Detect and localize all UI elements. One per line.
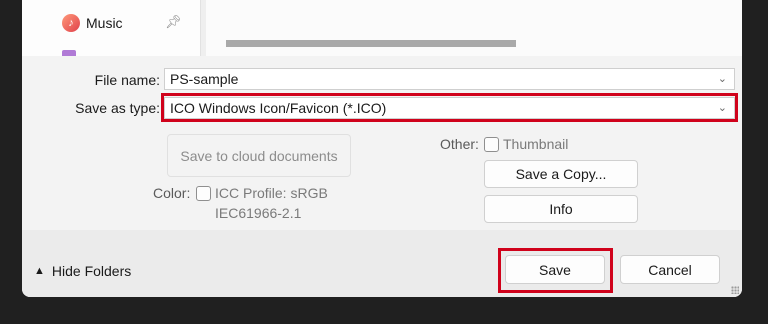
save-as-dialog: ♪ Music 📌︎ File name: PS-sample ⌄ Save a… [22,0,742,297]
save-type-label: Save as type: [75,100,160,116]
save-button-highlight [498,248,613,293]
chevron-up-icon: ▲ [34,265,45,277]
scrollbar-thumb[interactable] [226,40,516,47]
dialog-footer: ▲ Hide Folders Save Cancel [22,230,742,297]
icc-profile-label: ICC Profile: sRGB [215,185,328,201]
resize-grip-icon[interactable] [731,286,739,294]
cancel-button[interactable]: Cancel [620,255,720,284]
videos-icon [62,50,76,56]
nav-item-music[interactable]: ♪ Music [62,12,123,34]
hide-folders-label: Hide Folders [51,263,132,279]
icc-profile-value: IEC61966-2.1 [215,205,302,221]
chevron-down-icon[interactable]: ⌄ [718,72,727,85]
color-label: Color: [153,185,191,201]
save-type-highlight [161,93,738,122]
file-name-label: File name: [94,72,160,88]
music-note-icon: ♪ [62,14,80,32]
other-label: Other: [440,136,479,152]
thumbnail-label: Thumbnail [503,136,569,152]
hide-folders-button[interactable]: ▲ Hide Folders [34,263,131,279]
info-button[interactable]: Info [484,195,638,223]
save-a-copy-button[interactable]: Save a Copy... [484,160,638,188]
nav-item-label: Music [86,15,123,31]
icc-profile-checkbox[interactable] [196,186,211,201]
file-name-value: PS-sample [170,71,239,87]
file-name-input[interactable]: PS-sample ⌄ [164,68,735,90]
thumbnail-checkbox[interactable] [484,137,499,152]
save-to-cloud-button[interactable]: Save to cloud documents [167,134,351,177]
pin-icon[interactable]: 📌︎ [165,14,182,30]
navigation-pane: ♪ Music 📌︎ [22,0,200,56]
